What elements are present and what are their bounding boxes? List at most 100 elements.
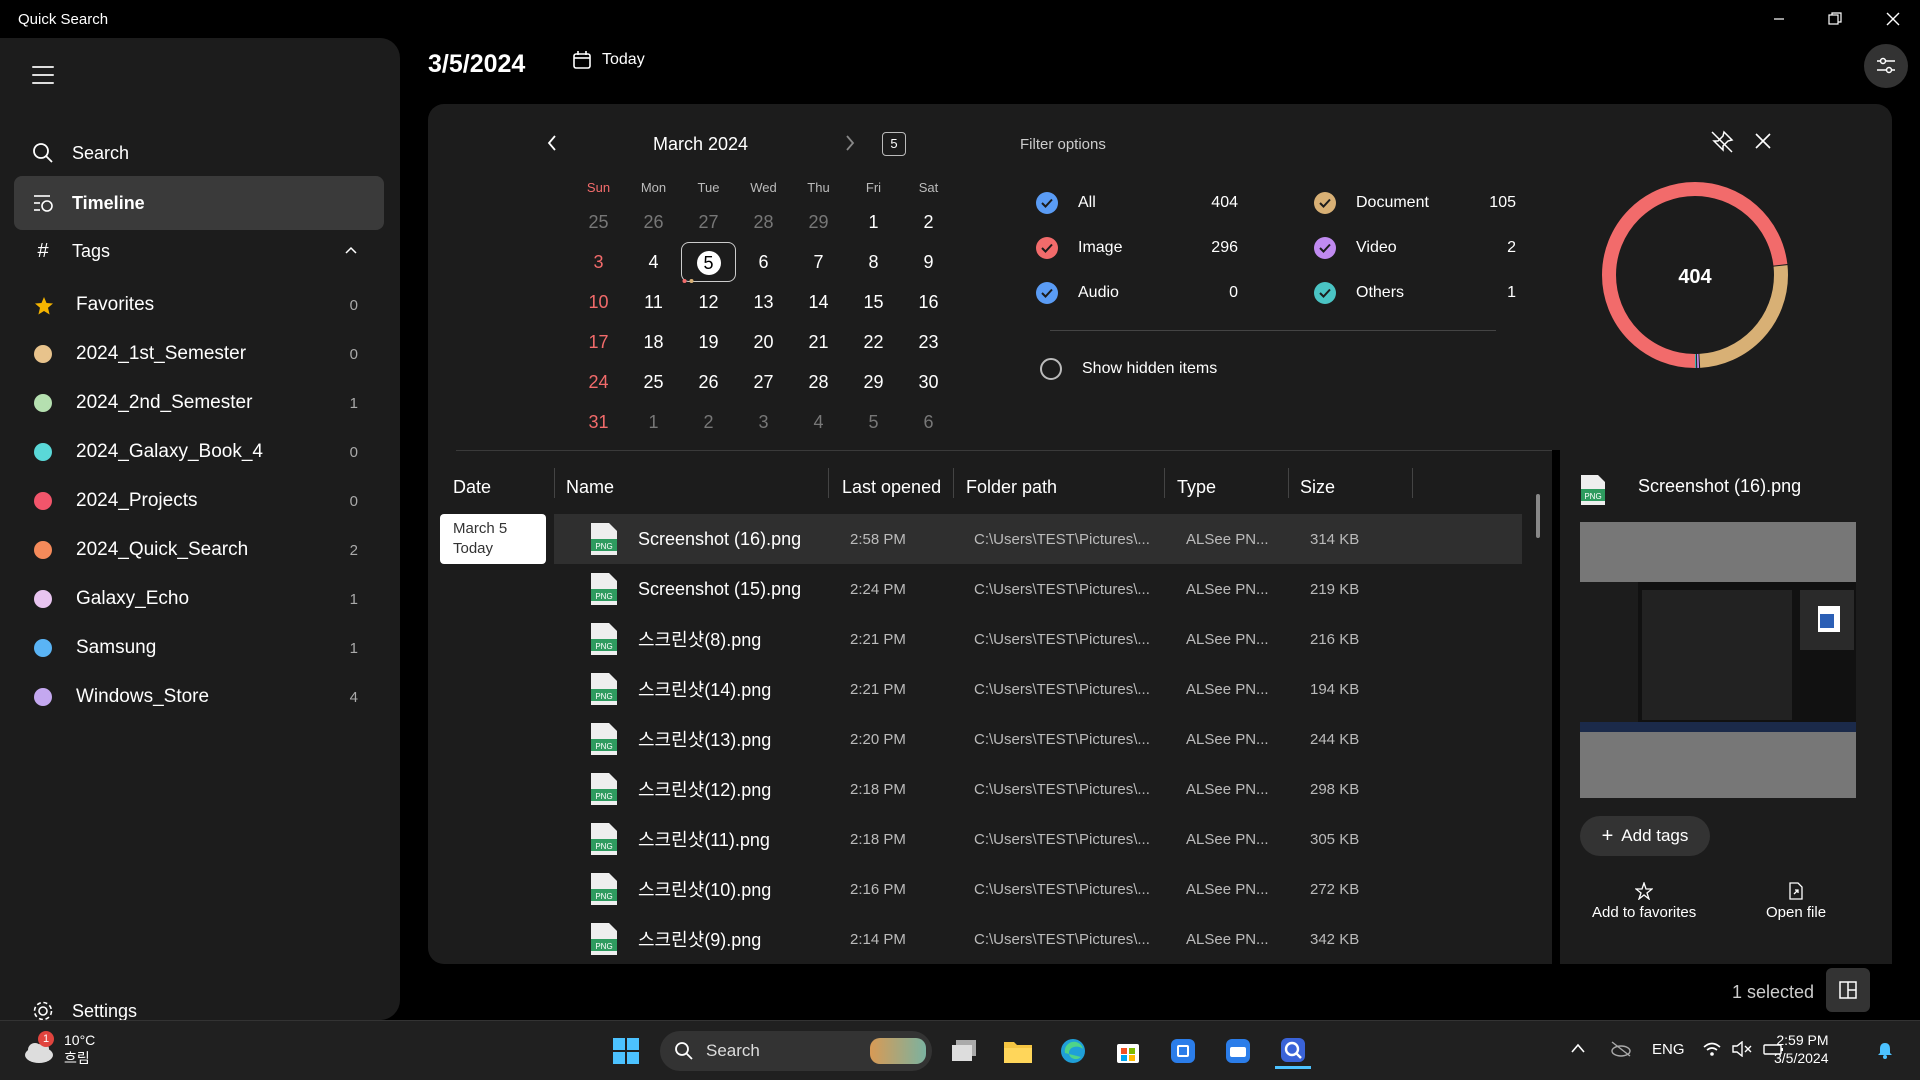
table-row[interactable]: PNG Screenshot (16).png 2:58 PM C:\Users… — [554, 514, 1522, 564]
chevron-up-icon[interactable] — [344, 242, 358, 260]
calendar-day[interactable]: 12 — [681, 282, 736, 322]
tag-item[interactable]: 2024_2nd_Semester 1 — [14, 376, 384, 430]
onedrive-tray-icon[interactable] — [1610, 1041, 1632, 1061]
checkmark-icon[interactable] — [1314, 191, 1336, 214]
tag-item[interactable]: 2024_Projects 0 — [14, 474, 384, 528]
close-filter-button[interactable] — [1754, 132, 1772, 155]
calendar-day[interactable]: 27 — [736, 362, 791, 402]
calendar-day[interactable]: 23 — [901, 322, 956, 362]
filter-option[interactable]: Image 296 — [1036, 225, 1238, 270]
file-preview-image[interactable] — [1580, 522, 1856, 798]
calendar-day[interactable]: 27 — [681, 202, 736, 242]
calendar-day[interactable]: 8 — [846, 242, 901, 282]
tag-item[interactable]: Favorites 0 — [14, 278, 384, 332]
start-button[interactable] — [608, 1033, 644, 1069]
filter-option[interactable]: Others 1 — [1314, 270, 1516, 315]
checkmark-icon[interactable] — [1036, 281, 1058, 304]
col-header-folder-path[interactable]: Folder path — [966, 468, 1057, 506]
table-row[interactable]: PNG 스크린샷(13).png 2:20 PM C:\Users\TEST\P… — [554, 714, 1522, 764]
notification-bell-icon[interactable] — [1876, 1041, 1894, 1063]
table-row[interactable]: PNG 스크린샷(14).png 2:21 PM C:\Users\TEST\P… — [554, 664, 1522, 714]
show-hidden-radio[interactable] — [1040, 358, 1062, 380]
table-row[interactable]: PNG 스크린샷(11).png 2:18 PM C:\Users\TEST\P… — [554, 814, 1522, 864]
volume-muted-icon[interactable] — [1732, 1040, 1752, 1061]
tag-item[interactable]: 2024_Galaxy_Book_4 0 — [14, 425, 384, 479]
calendar-day[interactable]: 21 — [791, 322, 846, 362]
calendar-day[interactable]: 5 — [846, 402, 901, 442]
calendar-day[interactable]: 1 — [626, 402, 681, 442]
calendar-day[interactable]: 13 — [736, 282, 791, 322]
calendar-day[interactable]: 16 — [901, 282, 956, 322]
calendar-day[interactable]: 29 — [791, 202, 846, 242]
calendar-day[interactable]: 25 — [571, 202, 626, 242]
store-button[interactable] — [1110, 1033, 1146, 1069]
calendar-day[interactable]: 29 — [846, 362, 901, 402]
calendar-day[interactable]: 3 — [736, 402, 791, 442]
calendar-day[interactable]: 25 — [626, 362, 681, 402]
calendar-day[interactable]: 2 — [681, 402, 736, 442]
checkmark-icon[interactable] — [1036, 236, 1058, 259]
next-month-button[interactable] — [844, 134, 856, 157]
system-clock[interactable]: 2:59 PM 3/5/2024 — [1774, 1031, 1829, 1067]
filter-toggle-button[interactable] — [1864, 44, 1908, 88]
restore-button[interactable] — [1812, 6, 1858, 32]
taskbar-search[interactable]: Search — [660, 1031, 932, 1071]
checkmark-icon[interactable] — [1036, 191, 1058, 214]
minimize-button[interactable] — [1756, 6, 1802, 32]
col-header-size[interactable]: Size — [1300, 468, 1335, 506]
nav-search[interactable]: Search — [14, 126, 384, 180]
nav-tags[interactable]: # Tags — [14, 224, 384, 278]
add-favorites-button[interactable]: Add to favorites — [1592, 882, 1696, 921]
task-view-button[interactable] — [946, 1033, 982, 1069]
app-button-link[interactable] — [1220, 1033, 1256, 1069]
file-explorer-button[interactable] — [1000, 1033, 1036, 1069]
calendar-day[interactable]: 4 — [626, 242, 681, 282]
calendar-day[interactable]: 15 — [846, 282, 901, 322]
add-tags-button[interactable]: + Add tags — [1580, 816, 1710, 856]
unpin-button[interactable] — [1710, 130, 1734, 159]
today-button[interactable]: Today — [572, 50, 645, 70]
prev-month-button[interactable] — [546, 134, 558, 157]
tag-item[interactable]: Samsung 1 — [14, 621, 384, 675]
nav-timeline[interactable]: Timeline — [14, 176, 384, 230]
col-header-last-opened[interactable]: Last opened — [842, 468, 941, 506]
calendar-day[interactable]: 31 — [571, 402, 626, 442]
calendar-day[interactable]: 7 — [791, 242, 846, 282]
table-row[interactable]: PNG 스크린샷(12).png 2:18 PM C:\Users\TEST\P… — [554, 764, 1522, 814]
tag-item[interactable]: Windows_Store 4 — [14, 670, 384, 724]
table-row[interactable]: PNG Screenshot (15).png 2:24 PM C:\Users… — [554, 564, 1522, 614]
calendar-day[interactable]: 4 — [791, 402, 846, 442]
calendar-day[interactable]: 10 — [571, 282, 626, 322]
quick-search-taskbar-button[interactable] — [1275, 1033, 1311, 1069]
weather-widget[interactable]: 1 10°C 흐림 — [22, 1031, 95, 1067]
calendar-day[interactable]: 19 — [681, 322, 736, 362]
table-row[interactable]: PNG 스크린샷(8).png 2:21 PM C:\Users\TEST\Pi… — [554, 614, 1522, 664]
table-scrollbar[interactable] — [1536, 494, 1540, 538]
calendar-day[interactable]: 20 — [736, 322, 791, 362]
calendar-day[interactable]: 28 — [736, 202, 791, 242]
edge-button[interactable] — [1055, 1033, 1091, 1069]
calendar-day[interactable]: 28 — [791, 362, 846, 402]
wifi-icon[interactable] — [1702, 1041, 1722, 1061]
calendar-day[interactable]: 9 — [901, 242, 956, 282]
calendar-day[interactable]: 26 — [626, 202, 681, 242]
calendar-day[interactable]: 6 — [901, 402, 956, 442]
tag-item[interactable]: Galaxy_Echo 1 — [14, 572, 384, 626]
table-row[interactable]: PNG 스크린샷(10).png 2:16 PM C:\Users\TEST\P… — [554, 864, 1522, 914]
calendar-day[interactable]: 26 — [681, 362, 736, 402]
checkmark-icon[interactable] — [1314, 236, 1336, 259]
tag-item[interactable]: 2024_Quick_Search 2 — [14, 523, 384, 577]
go-today-badge[interactable]: 5 — [882, 132, 906, 156]
calendar-day[interactable]: 18 — [626, 322, 681, 362]
calendar-day[interactable]: 3 — [571, 242, 626, 282]
calendar-day[interactable]: 24 — [571, 362, 626, 402]
open-file-button[interactable]: Open file — [1766, 882, 1826, 921]
calendar-day[interactable]: 22 — [846, 322, 901, 362]
close-window-button[interactable] — [1870, 6, 1916, 32]
calendar-day[interactable]: 2 — [901, 202, 956, 242]
calendar-day[interactable]: 30 — [901, 362, 956, 402]
filter-option[interactable]: Video 2 — [1314, 225, 1516, 270]
toggle-details-pane-button[interactable] — [1826, 968, 1870, 1012]
show-hidden-option[interactable]: Show hidden items — [1040, 358, 1217, 380]
show-hidden-icons-button[interactable] — [1570, 1041, 1586, 1058]
